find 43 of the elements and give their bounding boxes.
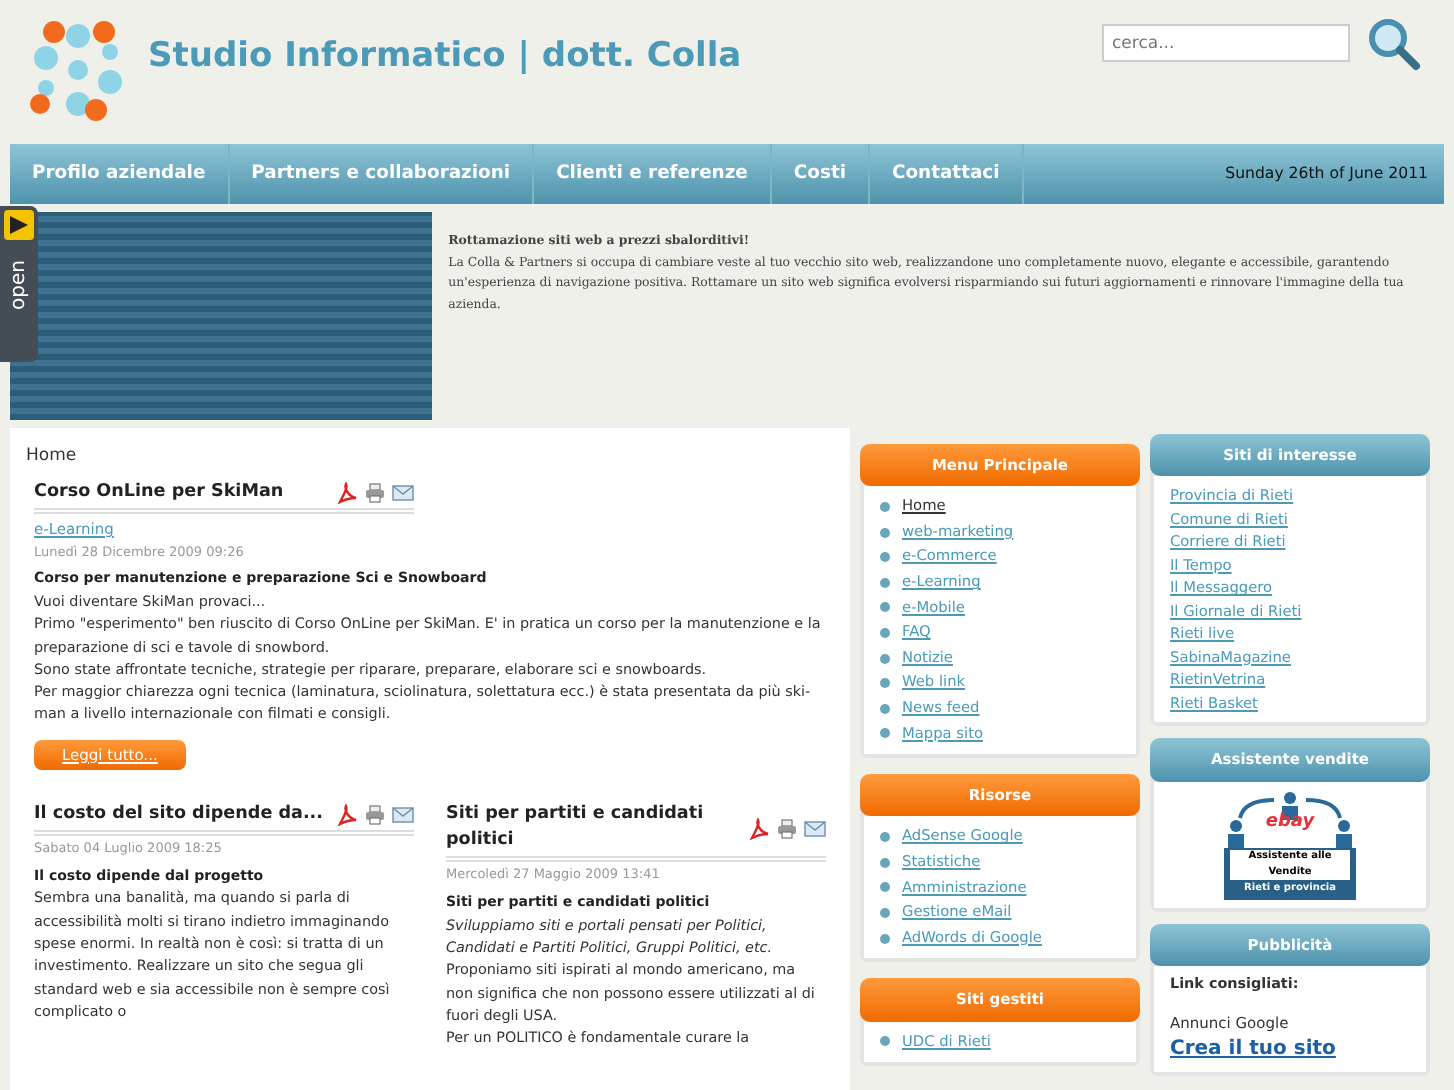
article-title[interactable]: Siti per partiti e candidati politici xyxy=(446,802,742,855)
pdf-icon[interactable] xyxy=(336,481,358,504)
nav-link[interactable]: Costi xyxy=(771,144,870,204)
bullet-icon xyxy=(880,1036,890,1047)
bullet-icon xyxy=(880,857,890,868)
bullet-icon xyxy=(880,908,890,919)
pdf-icon[interactable] xyxy=(336,804,358,827)
email-icon[interactable] xyxy=(392,804,414,827)
logo-text: ebay xyxy=(1265,809,1315,835)
article-title[interactable]: Corso OnLine per SkiMan xyxy=(34,479,284,506)
bullet-icon xyxy=(880,527,890,538)
search-field[interactable]: cerca... xyxy=(1102,24,1350,62)
email-icon[interactable] xyxy=(804,817,826,840)
search-icon[interactable] xyxy=(1366,16,1422,72)
bullet-icon xyxy=(880,678,890,689)
nav-link[interactable]: Partners e collaborazioni xyxy=(229,144,535,204)
open-tab[interactable]: open xyxy=(0,206,38,362)
bullet-icon xyxy=(880,602,890,613)
nav-link[interactable]: Clienti e referenze xyxy=(534,144,772,204)
bullet-icon xyxy=(880,933,890,944)
site-title: Studio Informatico | dott. Colla xyxy=(148,34,742,80)
people-arrows-drawing xyxy=(1228,791,1352,847)
bullet-icon xyxy=(880,882,890,893)
bullet-icon xyxy=(880,628,890,639)
email-icon[interactable] xyxy=(392,481,414,504)
breadcrumb[interactable]: Home xyxy=(26,444,77,470)
bullet-icon xyxy=(880,577,890,588)
article-title[interactable]: Il costo del sito dipende da... xyxy=(34,802,323,829)
pdf-icon[interactable] xyxy=(748,817,770,840)
bullet-icon xyxy=(880,703,890,714)
print-icon[interactable] xyxy=(776,817,798,840)
print-icon[interactable] xyxy=(364,481,386,504)
bullet-icon xyxy=(880,728,890,739)
bullet-icon xyxy=(880,552,890,563)
open-label: open xyxy=(6,260,32,310)
nav-link[interactable]: Contattaci xyxy=(870,144,1024,204)
ad-link[interactable]: Crea il tuo sito xyxy=(1170,1033,1336,1064)
arrow-icon xyxy=(4,210,34,240)
bullet-icon xyxy=(880,502,890,513)
bullet-icon xyxy=(880,653,890,664)
bullet-icon xyxy=(880,832,890,843)
print-icon[interactable] xyxy=(364,804,386,827)
nav-link[interactable]: Profilo aziendale xyxy=(10,144,230,204)
